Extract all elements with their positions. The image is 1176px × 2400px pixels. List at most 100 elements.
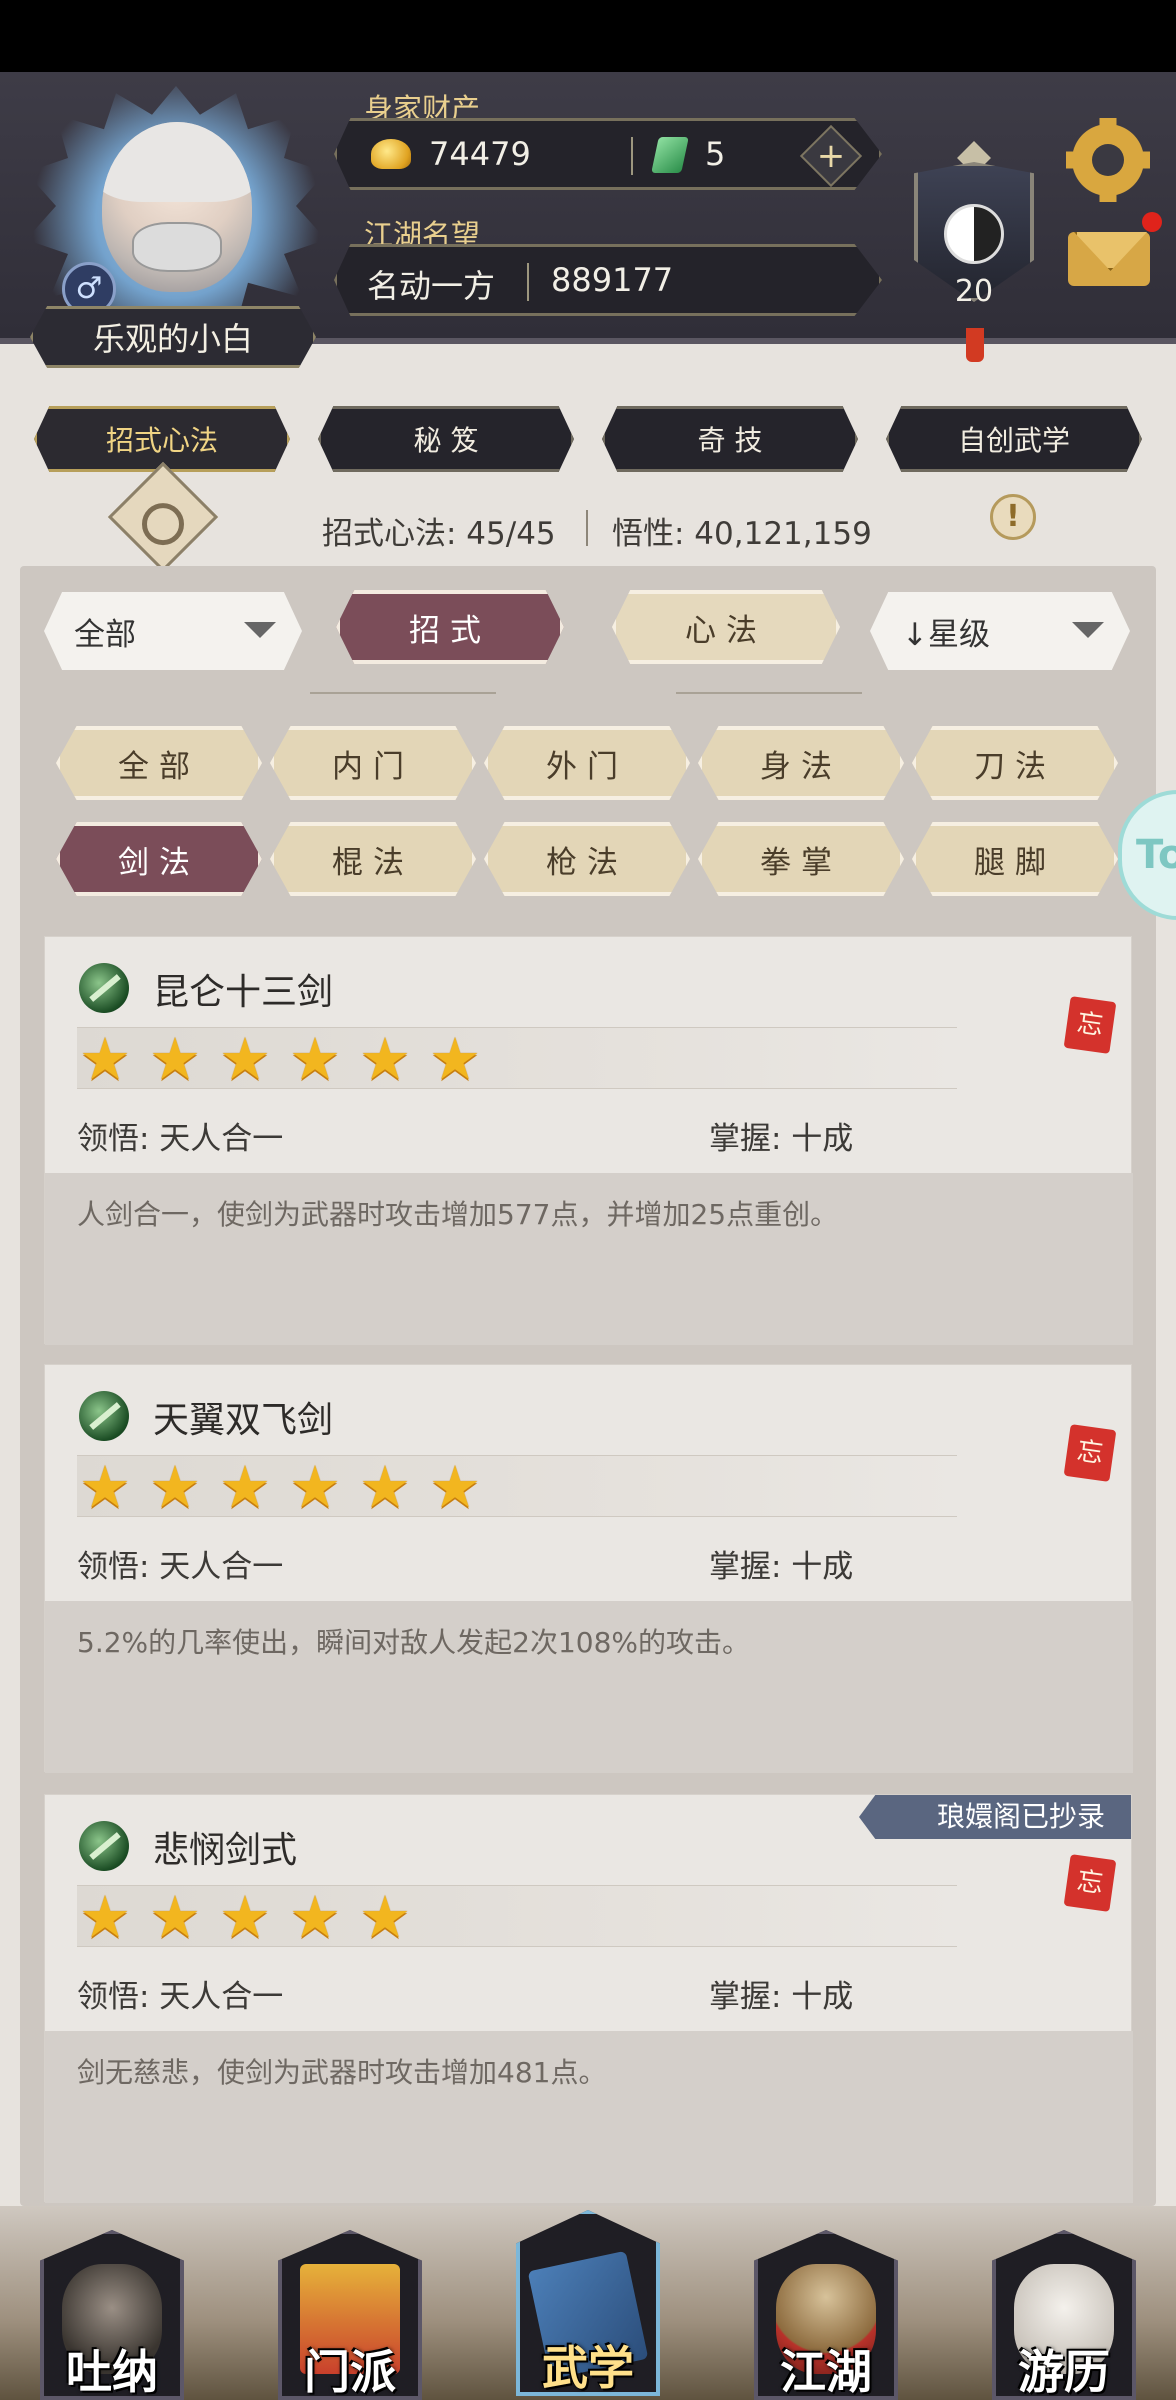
category-all[interactable]: 全部 bbox=[56, 726, 262, 800]
category-sword[interactable]: 剑法 bbox=[56, 822, 262, 896]
gold-amount: 74479 bbox=[429, 135, 531, 173]
player-header: ♂ 乐观的小白 身家财产 74479 5 + 江湖名望 名动一方 889177 … bbox=[0, 72, 1176, 368]
chevron-down-icon bbox=[244, 622, 276, 638]
category-outer[interactable]: 外门 bbox=[484, 726, 690, 800]
star-icon: ★ bbox=[79, 1453, 131, 1521]
divider bbox=[586, 510, 588, 546]
nav-martial-arts[interactable]: 武学 bbox=[508, 2206, 668, 2396]
comprehension-level: 领悟: 天人合一 bbox=[77, 1979, 284, 2015]
bottom-navigation: 吐纳 门派 武学 江湖 游历 bbox=[0, 2206, 1176, 2400]
status-bar bbox=[0, 0, 1176, 72]
sort-dropdown-value: ↓星级 bbox=[902, 616, 990, 653]
sort-dropdown[interactable]: ↓星级 bbox=[870, 592, 1130, 670]
skill-description: 人剑合一，使剑为武器时攻击增加577点，并增加25点重创。 bbox=[77, 1198, 839, 1231]
chevron-down-icon bbox=[1072, 622, 1104, 638]
nav-label: 江湖 bbox=[780, 2345, 872, 2399]
star-rating: ★ ★ ★ ★ ★ ★ bbox=[77, 1027, 957, 1089]
star-icon: ★ bbox=[79, 1025, 131, 1093]
eye-icon[interactable] bbox=[107, 461, 219, 573]
reputation-bar: 名动一方 889177 bbox=[334, 244, 882, 316]
nav-travel[interactable]: 游历 bbox=[984, 2210, 1144, 2400]
nav-label: 武学 bbox=[542, 2341, 634, 2395]
star-icon: ★ bbox=[149, 1025, 201, 1093]
sword-skill-icon bbox=[79, 963, 129, 1013]
sword-skill-icon bbox=[79, 1391, 129, 1441]
nav-jianghu[interactable]: 江湖 bbox=[746, 2210, 906, 2400]
mail-envelope-icon[interactable] bbox=[1068, 232, 1150, 286]
skill-card[interactable]: 天翼双飞剑 ★ ★ ★ ★ ★ ★ 忘 领悟: 天人合一 掌握: 十成 5.2%… bbox=[44, 1364, 1133, 1773]
star-icon: ★ bbox=[429, 1025, 481, 1093]
category-leg[interactable]: 腿脚 bbox=[912, 822, 1118, 896]
forget-seal-button[interactable]: 忘 bbox=[1063, 1854, 1117, 1912]
star-icon: ★ bbox=[289, 1883, 341, 1951]
player-name: 乐观的小白 bbox=[30, 306, 316, 368]
forget-seal-button[interactable]: 忘 bbox=[1063, 996, 1117, 1054]
category-fist[interactable]: 拳掌 bbox=[698, 822, 904, 896]
moves-count: 招式心法: 45/45 bbox=[322, 516, 556, 552]
nav-label: 吐纳 bbox=[66, 2345, 158, 2399]
avatar-portrait bbox=[102, 122, 252, 292]
nav-label: 游历 bbox=[1018, 2345, 1110, 2399]
scope-dropdown-value: 全部 bbox=[74, 616, 136, 653]
add-currency-button[interactable]: + bbox=[799, 124, 863, 188]
comprehension-level: 领悟: 天人合一 bbox=[77, 1549, 284, 1585]
star-icon: ★ bbox=[79, 1883, 131, 1951]
reputation-value: 889177 bbox=[551, 261, 674, 299]
mastery-level: 掌握: 十成 bbox=[709, 1549, 854, 1585]
insight-value: 悟性: 40,121,159 bbox=[612, 516, 872, 552]
ornament-divider bbox=[676, 692, 862, 698]
star-rating: ★ ★ ★ ★ ★ bbox=[77, 1885, 957, 1947]
star-icon: ★ bbox=[219, 1025, 271, 1093]
tab-special-skills[interactable]: 奇 技 bbox=[602, 406, 858, 472]
star-icon: ★ bbox=[289, 1025, 341, 1093]
jade-amount: 5 bbox=[705, 135, 726, 173]
level-badge[interactable]: 20 bbox=[912, 132, 1036, 362]
tab-moves[interactable]: 招式 bbox=[336, 590, 564, 664]
scope-dropdown[interactable]: 全部 bbox=[44, 592, 302, 670]
skill-description: 5.2%的几率使出，瞬间对敌人发起2次108%的攻击。 bbox=[77, 1626, 751, 1659]
copied-ribbon-badge: 琅嬛阁已抄录 bbox=[859, 1795, 1131, 1839]
divider bbox=[527, 263, 529, 301]
star-icon: ★ bbox=[359, 1453, 411, 1521]
star-icon: ★ bbox=[359, 1883, 411, 1951]
star-icon: ★ bbox=[149, 1883, 201, 1951]
wealth-bar: 74479 5 + bbox=[334, 118, 882, 190]
skill-description: 剑无慈悲，使剑为武器时攻击增加481点。 bbox=[77, 2056, 607, 2089]
star-rating: ★ ★ ★ ★ ★ ★ bbox=[77, 1455, 957, 1517]
skill-name: 天翼双飞剑 bbox=[153, 1400, 334, 1441]
skill-name: 昆仑十三剑 bbox=[153, 972, 334, 1013]
star-icon: ★ bbox=[149, 1453, 201, 1521]
jade-icon bbox=[651, 137, 689, 173]
sword-skill-icon bbox=[79, 1821, 129, 1871]
nav-breathing[interactable]: 吐纳 bbox=[32, 2210, 192, 2400]
tassel-decoration bbox=[966, 328, 984, 362]
tab-self-created[interactable]: 自创武学 bbox=[886, 406, 1142, 472]
info-exclamation-icon[interactable]: ! bbox=[990, 494, 1036, 540]
category-staff[interactable]: 棍法 bbox=[270, 822, 476, 896]
star-icon: ★ bbox=[359, 1025, 411, 1093]
avatar[interactable]: ♂ bbox=[20, 82, 330, 332]
star-icon: ★ bbox=[429, 1453, 481, 1521]
skill-card[interactable]: 昆仑十三剑 ★ ★ ★ ★ ★ ★ 忘 领悟: 天人合一 掌握: 十成 人剑合一… bbox=[44, 936, 1133, 1345]
divider bbox=[631, 137, 633, 175]
nav-sect[interactable]: 门派 bbox=[270, 2210, 430, 2400]
skill-card[interactable]: 琅嬛阁已抄录 悲悯剑式 ★ ★ ★ ★ ★ 忘 领悟: 天人合一 掌握: 十成 … bbox=[44, 1794, 1133, 2203]
forget-seal-button[interactable]: 忘 bbox=[1063, 1424, 1117, 1482]
mastery-level: 掌握: 十成 bbox=[709, 1121, 854, 1157]
settings-gear-icon[interactable] bbox=[1066, 118, 1150, 202]
reputation-title: 名动一方 bbox=[367, 267, 496, 305]
tab-methods[interactable]: 心法 bbox=[612, 590, 840, 664]
notification-dot bbox=[1142, 212, 1162, 232]
tab-secret-manuals[interactable]: 秘 笈 bbox=[318, 406, 574, 472]
skill-description-area: 人剑合一，使剑为武器时攻击增加577点，并增加25点重创。 bbox=[45, 1173, 1133, 1345]
category-body[interactable]: 身法 bbox=[698, 726, 904, 800]
category-inner[interactable]: 内门 bbox=[270, 726, 476, 800]
skill-description-area: 剑无慈悲，使剑为武器时攻击增加481点。 bbox=[45, 2031, 1133, 2203]
gold-ingot-icon bbox=[371, 139, 411, 169]
taiji-icon bbox=[944, 204, 1004, 264]
player-level: 20 bbox=[954, 274, 994, 309]
category-spear[interactable]: 枪法 bbox=[484, 822, 690, 896]
star-icon: ★ bbox=[289, 1453, 341, 1521]
category-blade[interactable]: 刀法 bbox=[912, 726, 1118, 800]
comprehension-level: 领悟: 天人合一 bbox=[77, 1121, 284, 1157]
